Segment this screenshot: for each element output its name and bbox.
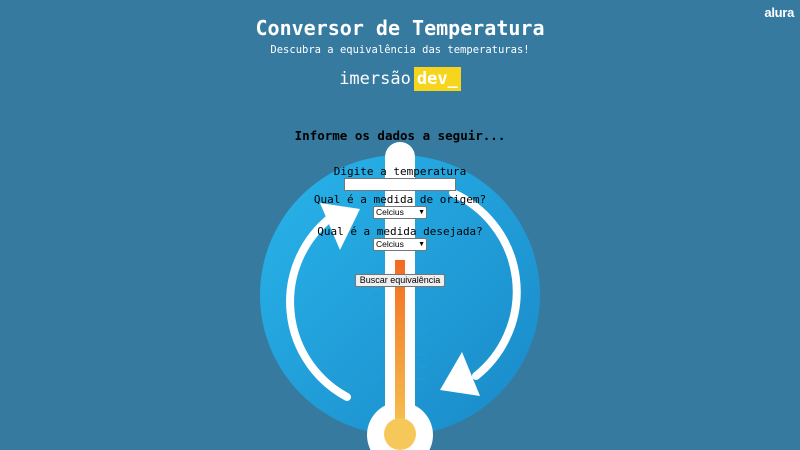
chevron-down-icon: ▼: [418, 209, 425, 216]
target-unit-value: Celcius: [376, 239, 404, 249]
search-equivalence-button[interactable]: Buscar equivalência: [354, 274, 446, 287]
target-unit-select[interactable]: Celcius ▼: [373, 238, 427, 251]
form-heading: Informe os dados a seguir...: [294, 128, 506, 143]
origin-unit-label: Qual é a medida de origem?: [313, 193, 487, 206]
imersao-dev-logo: imersão dev_: [0, 67, 800, 91]
event-logo-tag: dev_: [413, 67, 461, 91]
chevron-down-icon: ▼: [418, 241, 425, 248]
conversion-form: Informe os dados a seguir... Digite a te…: [0, 128, 800, 287]
thermometer-bulb: [384, 418, 416, 450]
page-title: Conversor de Temperatura: [255, 16, 545, 40]
temperature-input[interactable]: [344, 178, 456, 191]
origin-unit-select[interactable]: Celcius ▼: [373, 206, 427, 219]
origin-unit-value: Celcius: [376, 207, 404, 217]
temperature-label: Digite a temperatura: [333, 165, 467, 178]
event-logo-word: imersão: [339, 69, 411, 89]
target-unit-label: Qual é a medida desejada?: [317, 225, 483, 238]
page-subtitle: Descubra a equivalência das temperaturas…: [270, 44, 530, 56]
